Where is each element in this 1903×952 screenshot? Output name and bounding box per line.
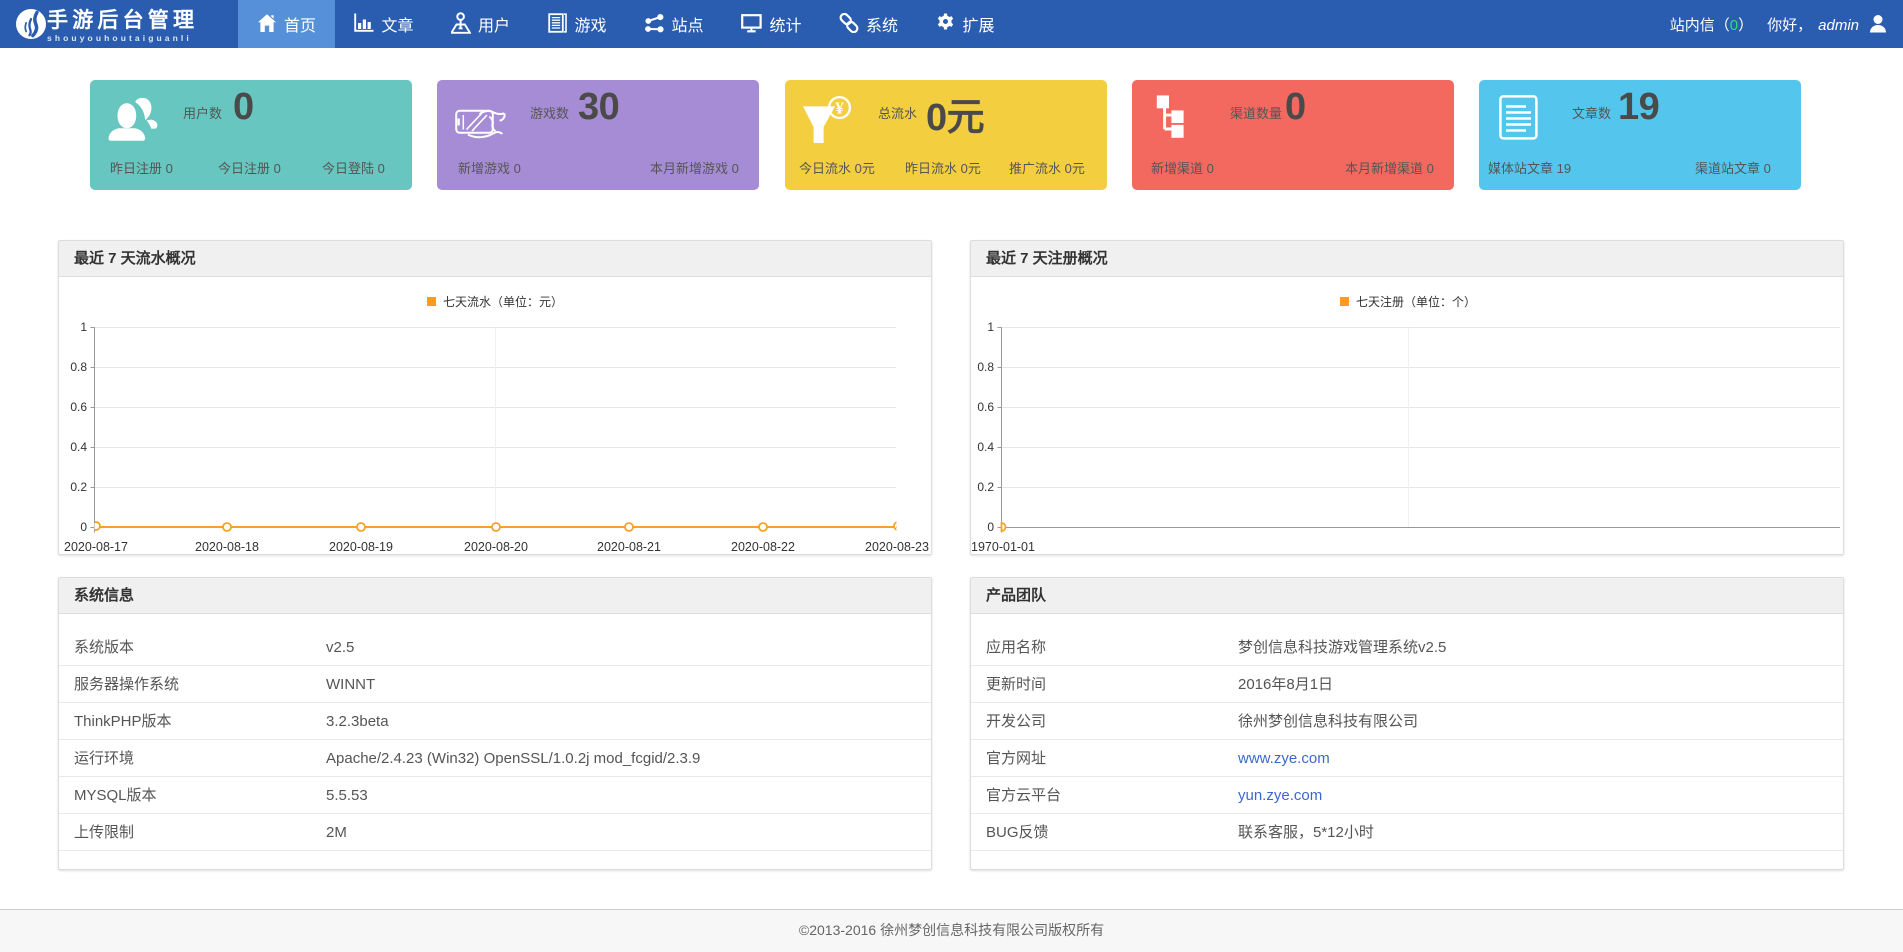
- svg-text:0.2: 0.2: [977, 480, 994, 494]
- svg-text:2020-08-23: 2020-08-23: [865, 540, 929, 554]
- svg-text:2020-08-22: 2020-08-22: [731, 540, 795, 554]
- svg-text:2020-08-18: 2020-08-18: [195, 540, 259, 554]
- svg-text:¥: ¥: [835, 98, 844, 117]
- svg-text:2020-08-19: 2020-08-19: [329, 540, 393, 554]
- svg-text:0.6: 0.6: [70, 400, 87, 414]
- svg-text:0.4: 0.4: [977, 440, 994, 454]
- svg-text:2020-08-17: 2020-08-17: [64, 540, 128, 554]
- svg-text:1: 1: [80, 320, 87, 334]
- svg-text:1: 1: [987, 320, 994, 334]
- svg-text:0.8: 0.8: [70, 360, 87, 374]
- svg-text:七天流水（单位：元）: 七天流水（单位：元）: [443, 294, 563, 309]
- svg-text:0: 0: [987, 520, 994, 534]
- svg-text:0: 0: [80, 520, 87, 534]
- svg-text:1970-01-01: 1970-01-01: [971, 540, 1035, 554]
- svg-text:0.6: 0.6: [977, 400, 994, 414]
- svg-text:0.2: 0.2: [70, 480, 87, 494]
- svg-text:2020-08-21: 2020-08-21: [597, 540, 661, 554]
- svg-text:0.8: 0.8: [977, 360, 994, 374]
- svg-text:七天注册（单位：个）: 七天注册（单位：个）: [1356, 294, 1476, 309]
- svg-text:0.4: 0.4: [70, 440, 87, 454]
- svg-text:2020-08-20: 2020-08-20: [464, 540, 528, 554]
